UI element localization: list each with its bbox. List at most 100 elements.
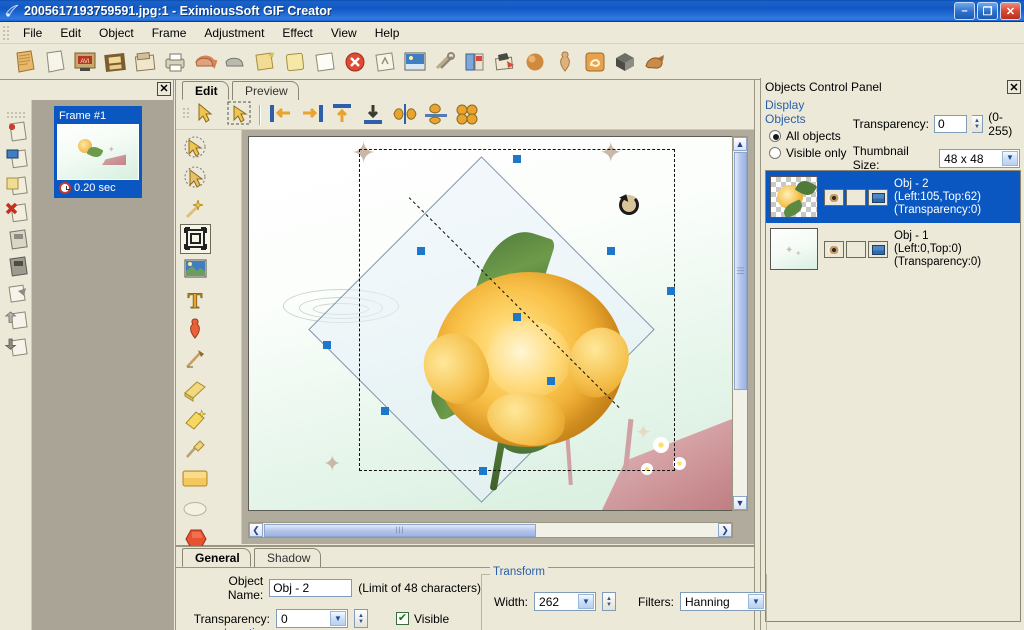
magic-wand-tool-icon[interactable]: [180, 194, 211, 224]
image-icon[interactable]: [868, 188, 888, 206]
align-top-icon[interactable]: [328, 100, 358, 130]
animation-icon[interactable]: [640, 47, 670, 77]
menu-item-object[interactable]: Object: [90, 24, 143, 42]
vertical-scroll-thumb[interactable]: |||: [733, 152, 747, 390]
add-frame-icon[interactable]: [3, 118, 29, 143]
transparency-input[interactable]: 0: [933, 115, 967, 133]
rectangle-tool-icon[interactable]: [180, 464, 211, 494]
optimize-icon[interactable]: [580, 47, 610, 77]
align-right-icon[interactable]: [297, 100, 327, 130]
menu-item-help[interactable]: Help: [366, 24, 409, 42]
object-list[interactable]: Obj - 2 (Left:105,Top:62) (Transparency:…: [765, 170, 1021, 622]
minimize-button[interactable]: –: [954, 2, 975, 20]
frame-list[interactable]: Frame #1 ✦ 0.20 sec: [32, 100, 174, 630]
transparency-select[interactable]: 0 ▼: [276, 609, 348, 628]
image-icon[interactable]: [868, 240, 888, 258]
delete-frame-icon[interactable]: [3, 199, 29, 224]
chevron-down-icon[interactable]: ▼: [748, 594, 765, 609]
select-region-icon[interactable]: [224, 100, 254, 130]
duplicate-frame-icon[interactable]: [3, 172, 29, 197]
align-bottom-icon[interactable]: [359, 100, 389, 130]
rotate-handle-icon[interactable]: [619, 195, 639, 215]
brush-tool-icon[interactable]: [180, 434, 211, 464]
save-as-icon[interactable]: [130, 47, 160, 77]
scroll-up-button[interactable]: ▲: [733, 137, 747, 151]
cube-icon[interactable]: [610, 47, 640, 77]
resize-handle-bottom[interactable]: [479, 467, 487, 475]
resize-handle-bottom-right[interactable]: [547, 377, 555, 385]
frame-card[interactable]: Frame #1 ✦ 0.20 sec: [54, 106, 142, 198]
canvas-vertical-scrollbar[interactable]: ▲ ||| ▼: [732, 136, 748, 511]
radio-all-objects[interactable]: All objects: [769, 129, 847, 143]
object-name-input[interactable]: Obj - 2: [269, 579, 353, 597]
tab-preview[interactable]: Preview: [232, 81, 299, 100]
move-frame-up-icon[interactable]: [3, 307, 29, 332]
center-vertical-icon[interactable]: [421, 100, 451, 130]
line-tool-icon[interactable]: [180, 344, 211, 374]
frame-export-icon[interactable]: [3, 280, 29, 305]
resize-handle-bottom-left[interactable]: [381, 407, 389, 415]
objects-panel-close-button[interactable]: ✕: [1007, 80, 1021, 94]
scroll-right-button[interactable]: ❯: [718, 523, 732, 537]
transparency-spinner[interactable]: ▲ ▼: [971, 115, 984, 133]
menu-item-file[interactable]: File: [14, 24, 51, 42]
text-tool-icon[interactable]: T: [180, 284, 211, 314]
eye-icon[interactable]: [824, 240, 844, 258]
width-spinner[interactable]: ▲ ▼: [602, 592, 617, 611]
transparency-spinner[interactable]: ▲ ▼: [354, 609, 368, 628]
resize-handle-top[interactable]: [513, 155, 521, 163]
scroll-left-button[interactable]: ❮: [249, 523, 263, 537]
select-arrow-icon[interactable]: [193, 100, 223, 130]
paste-icon[interactable]: [310, 47, 340, 77]
horizontal-scroll-thumb[interactable]: |||: [264, 523, 536, 537]
gradient-icon[interactable]: [550, 47, 580, 77]
close-button[interactable]: ✕: [1000, 2, 1021, 20]
tab-shadow[interactable]: Shadow: [254, 548, 322, 567]
fill-tool-icon[interactable]: [180, 404, 211, 434]
thumbnail-size-select[interactable]: 48 x 48 ▼: [939, 148, 1020, 168]
frames-panel-close-button[interactable]: ✕: [157, 82, 171, 96]
menu-grip[interactable]: [2, 24, 11, 42]
canvas-horizontal-scrollbar[interactable]: ❮ ||| ❯: [248, 522, 733, 538]
properties-icon[interactable]: [370, 47, 400, 77]
lock-icon[interactable]: [846, 188, 866, 206]
center-horizontal-icon[interactable]: [390, 100, 420, 130]
rotation-center-handle[interactable]: [513, 313, 521, 321]
tools-icon[interactable]: [430, 47, 460, 77]
new-file-icon[interactable]: [10, 47, 40, 77]
object-list-item[interactable]: Obj - 2 (Left:105,Top:62) (Transparency:…: [766, 171, 1020, 223]
move-frame-down-icon[interactable]: [3, 334, 29, 359]
menu-item-effect[interactable]: Effect: [273, 24, 321, 42]
canvas-area[interactable]: ✦ ✦ ✦ ✦ ▲ ||| ▼ ❮ ||| ❯: [242, 130, 754, 544]
undo-icon[interactable]: [190, 47, 220, 77]
shape-tool-icon[interactable]: [180, 314, 211, 344]
ellipse-tool-icon[interactable]: [180, 494, 211, 524]
transform-tool-icon[interactable]: [180, 224, 211, 254]
menu-item-view[interactable]: View: [322, 24, 366, 42]
eye-icon[interactable]: [824, 188, 844, 206]
resize-handle-right[interactable]: [667, 287, 675, 295]
chevron-down-icon[interactable]: ▼: [1002, 150, 1018, 166]
insert-image-frame-icon[interactable]: [3, 145, 29, 170]
restore-button[interactable]: ❐: [977, 2, 998, 20]
canvas[interactable]: ✦ ✦ ✦ ✦: [248, 136, 733, 511]
menu-item-frame[interactable]: Frame: [143, 24, 196, 42]
eraser-tool-icon[interactable]: [180, 374, 211, 404]
save-icon[interactable]: [100, 47, 130, 77]
menu-item-edit[interactable]: Edit: [51, 24, 90, 42]
import-avi-icon[interactable]: AVI: [70, 47, 100, 77]
object-list-item[interactable]: ✦ ✦ Obj - 1 (Left:0,Top:0) (Transparency…: [766, 223, 1020, 275]
open-file-icon[interactable]: [40, 47, 70, 77]
print-icon[interactable]: [160, 47, 190, 77]
lock-icon[interactable]: [846, 240, 866, 258]
resize-handle-left[interactable]: [323, 341, 331, 349]
menu-item-adjustment[interactable]: Adjustment: [195, 24, 273, 42]
sphere-icon[interactable]: [520, 47, 550, 77]
distribute-icon[interactable]: [452, 100, 482, 130]
tab-general[interactable]: General: [182, 548, 251, 567]
pointer-tool-icon[interactable]: [180, 134, 211, 164]
visible-checkbox[interactable]: ✔: [396, 612, 409, 625]
resize-icon[interactable]: [460, 47, 490, 77]
redo-icon[interactable]: [220, 47, 250, 77]
scroll-down-button[interactable]: ▼: [733, 496, 747, 510]
